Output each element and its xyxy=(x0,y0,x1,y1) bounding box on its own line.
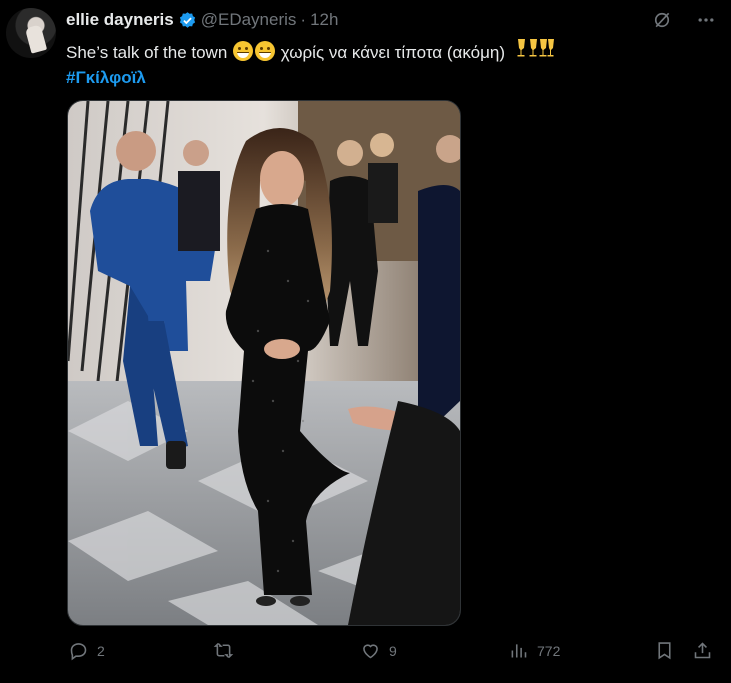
bookmark-icon xyxy=(658,642,671,660)
tweet-header: ellie dayneris @EDayneris · 12h xyxy=(66,9,338,31)
author-handle[interactable]: @EDayneris xyxy=(201,10,297,30)
tweet-photo[interactable] xyxy=(67,100,461,626)
heart-icon xyxy=(363,644,378,659)
tweet: ellie dayneris @EDayneris · 12h She’s ta… xyxy=(0,0,731,683)
like-button[interactable]: 9 xyxy=(360,640,397,661)
hashtag-link[interactable]: #Γκίλφοϊλ xyxy=(66,66,556,90)
share-icon xyxy=(694,642,711,659)
repost-button[interactable] xyxy=(213,640,242,661)
avatar[interactable] xyxy=(6,8,56,58)
reply-count: 2 xyxy=(97,642,105,659)
tweet-line-1: She’s talk of the town χωρίς να κάνει τί… xyxy=(66,36,556,66)
share-button[interactable] xyxy=(692,640,713,661)
reply-button[interactable]: 2 xyxy=(68,640,105,661)
grok-icon[interactable] xyxy=(651,9,673,31)
top-actions xyxy=(651,9,717,31)
bookmark-button[interactable] xyxy=(654,640,675,661)
tweet-text-greek: χωρίς να κάνει τίποτα (ακόμη) xyxy=(280,43,505,62)
clinking-glasses-icon xyxy=(512,36,556,66)
repost-icon xyxy=(213,642,234,659)
grinning-emoji-icon xyxy=(233,41,254,61)
photo-illustration xyxy=(68,101,460,625)
separator-dot: · xyxy=(300,10,307,29)
post-time[interactable]: 12h xyxy=(310,10,338,30)
like-count: 9 xyxy=(389,642,397,659)
author-name[interactable]: ellie dayneris xyxy=(66,10,174,30)
tweet-text-english: She’s talk of the town xyxy=(66,43,228,62)
views-button[interactable]: 772 xyxy=(508,640,560,661)
grinning-emoji-icon xyxy=(255,41,276,61)
views-icon xyxy=(511,644,527,658)
tweet-text: She’s talk of the town χωρίς να κάνει τί… xyxy=(66,36,556,90)
verified-badge-icon xyxy=(178,11,197,30)
reply-icon xyxy=(70,643,87,661)
views-count: 772 xyxy=(537,642,561,659)
tweet-actions: 2 9 772 xyxy=(68,640,718,664)
more-options-icon[interactable] xyxy=(695,9,717,31)
